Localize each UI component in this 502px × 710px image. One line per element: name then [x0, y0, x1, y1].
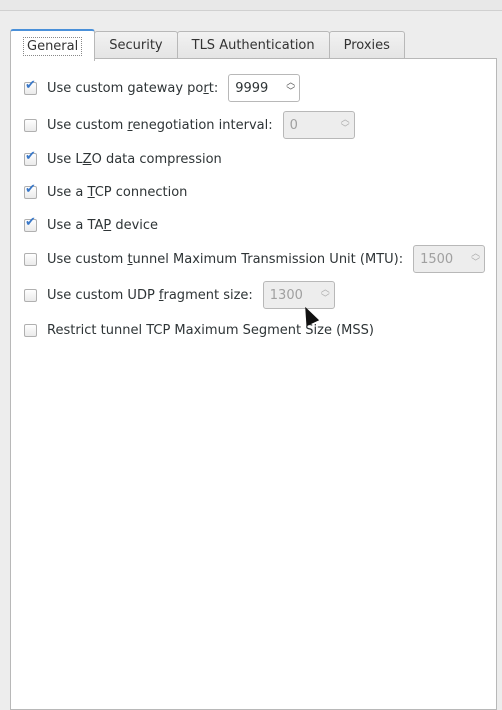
tab-label: Security	[109, 38, 163, 53]
gateway-port-label[interactable]: Use custom gateway port:	[47, 81, 218, 96]
spin-arrows-icon[interactable]: ︿ ﹀	[471, 250, 480, 268]
gateway-port-checkbox[interactable]	[24, 78, 37, 95]
tab-label: TLS Authentication	[191, 38, 315, 53]
tab-label: General	[23, 36, 83, 56]
option-tunnel-mtu: Use custom tunnel Maximum Transmission U…	[24, 245, 486, 273]
restrict-mss-label[interactable]: Restrict tunnel TCP Maximum Segment Size…	[47, 323, 374, 338]
gateway-port-spinbutton[interactable]: 9999 ︿ ﹀	[228, 74, 301, 102]
restrict-mss-checkbox[interactable]	[24, 323, 37, 337]
lzo-compression-label[interactable]: Use LZO data compression	[47, 152, 222, 167]
tab-bar: General Security TLS Authentication Prox…	[10, 29, 405, 61]
tunnel-mtu-label[interactable]: Use custom tunnel Maximum Transmission U…	[47, 252, 403, 267]
option-tap-device: Use a TAP device	[24, 215, 158, 235]
option-udp-fragment-size: Use custom UDP fragment size: 1300 ︿ ﹀	[24, 281, 335, 309]
option-lzo-compression: Use LZO data compression	[24, 149, 222, 169]
tcp-connection-checkbox[interactable]	[24, 182, 37, 199]
renegotiation-interval-spinbutton[interactable]: 0 ︿ ﹀	[282, 111, 355, 139]
tab-security[interactable]: Security	[94, 31, 178, 59]
tap-device-label[interactable]: Use a TAP device	[47, 218, 158, 233]
spin-arrows-icon[interactable]: ︿ ﹀	[341, 116, 350, 134]
spin-value: 1300	[269, 287, 303, 303]
option-renegotiation-interval: Use custom renegotiation interval: 0 ︿ ﹀	[24, 111, 355, 139]
option-gateway-port: Use custom gateway port: 9999 ︿﹀	[24, 74, 301, 102]
option-tcp-connection: Use a TCP connection	[24, 182, 187, 202]
dialog-top	[0, 0, 502, 11]
spin-value: 9999	[235, 80, 269, 96]
udp-fragment-size-checkbox[interactable]	[24, 288, 37, 302]
tunnel-mtu-spinbutton[interactable]: 1500 ︿ ﹀	[413, 245, 486, 273]
tab-label: Proxies	[343, 38, 390, 53]
lzo-compression-checkbox[interactable]	[24, 149, 37, 166]
tab-tls-authentication[interactable]: TLS Authentication	[176, 31, 330, 59]
spin-arrows-icon[interactable]: ︿ ﹀	[321, 286, 330, 304]
tap-device-checkbox[interactable]	[24, 215, 37, 232]
udp-fragment-size-label[interactable]: Use custom UDP fragment size:	[47, 288, 253, 303]
tcp-connection-label[interactable]: Use a TCP connection	[47, 185, 187, 200]
renegotiation-interval-checkbox[interactable]	[24, 118, 37, 132]
tab-general[interactable]: General	[10, 29, 96, 61]
spin-value: 0	[289, 117, 298, 133]
spin-arrows-icon[interactable]: ︿ ﹀	[286, 79, 295, 97]
option-restrict-mss: Restrict tunnel TCP Maximum Segment Size…	[24, 320, 374, 340]
renegotiation-interval-label[interactable]: Use custom renegotiation interval:	[47, 118, 273, 133]
spin-value: 1500	[420, 251, 454, 267]
tab-proxies[interactable]: Proxies	[328, 31, 405, 59]
tunnel-mtu-checkbox[interactable]	[24, 252, 37, 266]
udp-fragment-size-spinbutton[interactable]: 1300 ︿ ﹀	[262, 281, 335, 309]
